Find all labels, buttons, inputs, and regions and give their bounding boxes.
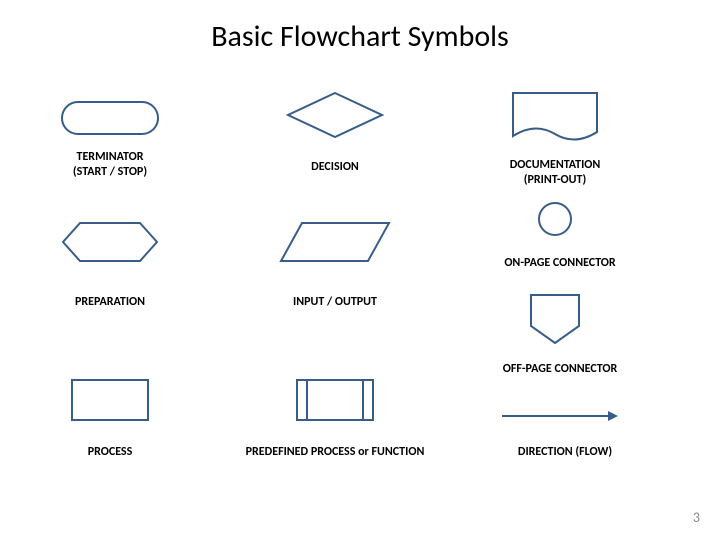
label-terminator: TERMINATOR (START / STOP) [45, 150, 175, 180]
label-on-page-connector: ON-PAGE CONNECTOR [490, 256, 630, 271]
preparation-icon [60, 220, 160, 264]
on-page-connector-icon [536, 200, 574, 238]
symbol-process [70, 378, 150, 422]
slide: Basic Flowchart Symbols TERMINATOR (STAR… [0, 0, 720, 540]
label-preparation: PREPARATION [60, 295, 160, 310]
page-number: 3 [693, 509, 700, 526]
off-page-connector-icon [528, 292, 582, 346]
symbol-on-page-connector [536, 200, 574, 238]
decision-icon [285, 90, 385, 140]
input-output-icon [278, 220, 392, 264]
label-off-page-connector: OFF-PAGE CONNECTOR [490, 362, 630, 377]
direction-icon [500, 408, 620, 424]
page-title: Basic Flowchart Symbols [0, 18, 720, 55]
terminator-icon [60, 100, 160, 136]
label-predefined-process: PREDEFINED PROCESS or FUNCTION [235, 445, 435, 460]
label-input-output: INPUT / OUTPUT [285, 295, 385, 310]
symbol-documentation [510, 90, 600, 146]
symbol-direction [500, 408, 620, 424]
label-process: PROCESS [70, 445, 150, 460]
label-direction: DIRECTION (FLOW) [500, 445, 630, 460]
symbol-decision [285, 90, 385, 140]
symbol-input-output [278, 220, 392, 264]
symbol-predefined-process [295, 378, 375, 422]
predefined-process-icon [295, 378, 375, 422]
symbol-off-page-connector [528, 292, 582, 346]
documentation-icon [510, 90, 600, 146]
symbol-preparation [60, 220, 160, 264]
process-icon [70, 378, 150, 422]
label-documentation: DOCUMENTATION (PRINT-OUT) [490, 158, 620, 188]
label-decision: DECISION [285, 160, 385, 175]
symbol-terminator [60, 100, 160, 136]
